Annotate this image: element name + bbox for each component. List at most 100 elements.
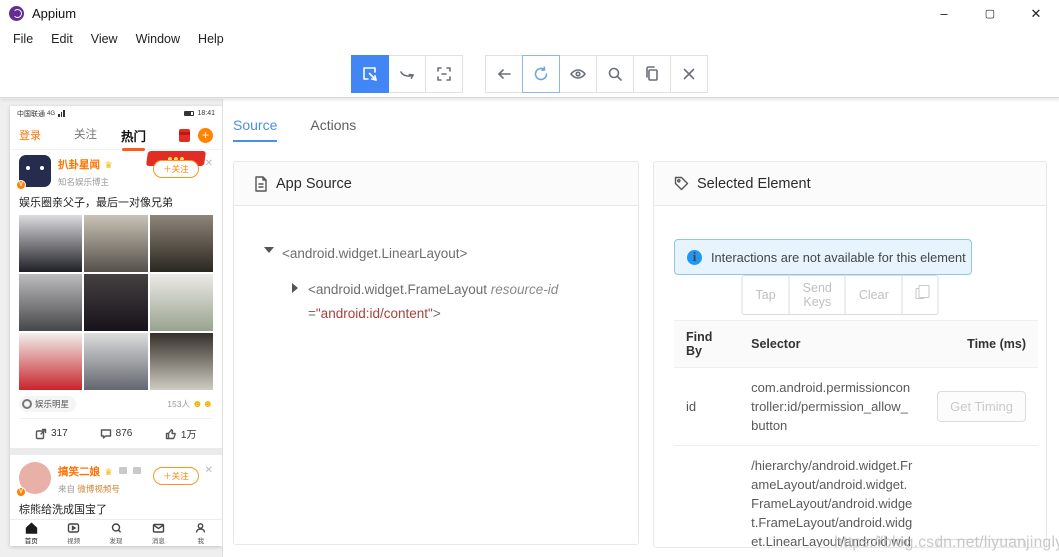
minimize-button[interactable]: –: [921, 0, 967, 27]
select-elements-button[interactable]: [351, 55, 389, 93]
caret-right-icon[interactable]: [290, 278, 308, 326]
photo-thumbnail[interactable]: [19, 333, 82, 390]
back-button[interactable]: [485, 55, 523, 93]
tree-node-framelayout[interactable]: <android.widget.FrameLayout resource-id=…: [290, 278, 638, 326]
crown-icon: ♛: [104, 467, 112, 477]
dismiss-post-icon[interactable]: ✕: [205, 465, 213, 495]
caret-down-icon[interactable]: [264, 242, 282, 266]
comment-button[interactable]: 876: [84, 419, 149, 448]
maximize-button[interactable]: ▢: [967, 0, 1013, 27]
battery-icon: [184, 111, 194, 116]
tap-by-coordinates-button[interactable]: [425, 55, 463, 93]
selected-element-title: Selected Element: [697, 176, 811, 192]
menu-help[interactable]: Help: [189, 30, 233, 48]
tabbar-messages[interactable]: 消息: [137, 520, 179, 546]
find-by-table: Find By Selector Time (ms) id com.androi…: [674, 320, 1038, 548]
tab-follow[interactable]: 关注: [74, 126, 97, 145]
avatar[interactable]: V: [19, 155, 51, 187]
photo-thumbnail[interactable]: [84, 215, 147, 272]
tree-node-linearlayout[interactable]: <android.widget.LinearLayout>: [264, 242, 638, 266]
post-source-channel[interactable]: 微博视频号: [77, 484, 120, 494]
photo-thumbnail[interactable]: [84, 274, 147, 331]
member-icon: [133, 467, 141, 474]
column-selector: Selector: [739, 321, 925, 368]
photo-thumbnail[interactable]: [19, 274, 82, 331]
verified-badge: V: [16, 487, 26, 497]
topic-label: 娱乐明星: [35, 398, 69, 410]
menu-edit[interactable]: Edit: [42, 30, 82, 48]
post-username[interactable]: 搞笑二娘: [58, 466, 100, 478]
info-icon: i: [687, 250, 702, 265]
tabbar-home[interactable]: 首页: [10, 520, 52, 546]
copy-attributes-button[interactable]: [902, 275, 939, 315]
appium-inspector-window: Appium – ▢ ✕ File Edit View Window Help: [0, 0, 1059, 557]
tabbar-profile[interactable]: 我: [180, 520, 222, 546]
photo-thumbnail[interactable]: [84, 333, 147, 390]
menu-file[interactable]: File: [4, 30, 42, 48]
topic-people-count: 153人: [167, 398, 190, 410]
photo-thumbnail[interactable]: [150, 333, 213, 390]
photo-thumbnail[interactable]: [150, 274, 213, 331]
search-elements-button[interactable]: [596, 55, 634, 93]
alert-text: Interactions are not available for this …: [711, 250, 966, 265]
csdn-watermark: https://blog.csdn.net/liyuanjinglyj: [834, 534, 1059, 552]
get-timing-button[interactable]: Get Timing: [937, 391, 1026, 422]
tap-button[interactable]: Tap: [742, 275, 790, 315]
post-username[interactable]: 扒卦星闻: [58, 159, 100, 171]
appium-logo-icon: [9, 6, 24, 21]
feed-divider: [10, 448, 222, 455]
post-action-bar: 317 876 1万: [19, 418, 213, 448]
close-button[interactable]: ✕: [1013, 0, 1059, 27]
level-icon: [119, 467, 127, 474]
attribute-name: resource-id: [491, 282, 559, 297]
tabbar-video[interactable]: 视频: [52, 520, 94, 546]
select-cursor-icon: [361, 65, 379, 83]
laugh-emoji-icon: ☻☻: [192, 399, 213, 410]
tabbar-discover[interactable]: 发现: [95, 520, 137, 546]
tab-actions[interactable]: Actions: [310, 117, 356, 142]
app-source-panel: App Source <android.widget.LinearLayout>…: [233, 161, 639, 545]
follow-button[interactable]: ＋关注: [153, 467, 199, 485]
back-arrow-icon: [495, 65, 513, 83]
clear-button[interactable]: Clear: [845, 275, 903, 315]
post-text: 娱乐圈亲父子，最后一对像兄弟: [19, 194, 213, 210]
phone-tab-bar: 首页 视频 发现 消息 我: [10, 519, 222, 546]
post-text: 棕熊给洗成国宝了: [19, 501, 213, 517]
copy-source-button[interactable]: [633, 55, 671, 93]
quit-session-button[interactable]: [670, 55, 708, 93]
refresh-button[interactable]: [522, 55, 560, 93]
swipe-by-coordinates-button[interactable]: [388, 55, 426, 93]
menu-window[interactable]: Window: [127, 30, 189, 48]
copy-icon: [916, 288, 925, 299]
photo-thumbnail[interactable]: [150, 215, 213, 272]
login-link[interactable]: 登录: [19, 127, 41, 143]
tab-hot[interactable]: 热门: [121, 126, 146, 145]
compose-plus-button[interactable]: +: [198, 128, 213, 143]
like-button[interactable]: 1万: [148, 419, 213, 448]
follow-button[interactable]: ＋关注: [153, 160, 199, 178]
device-screenshot[interactable]: 中国联通 4G 18:41 登录 关注 热门 +: [10, 106, 222, 546]
dismiss-post-icon[interactable]: ✕: [205, 158, 213, 188]
photo-thumbnail[interactable]: [19, 215, 82, 272]
copy-icon: [643, 65, 661, 83]
swipe-icon: [398, 65, 416, 83]
status-time: 18:41: [197, 110, 215, 117]
comment-icon: [100, 428, 112, 440]
search-icon: [606, 65, 624, 83]
phone-top-nav: 登录 关注 热门 +: [10, 121, 222, 150]
home-icon: [25, 522, 38, 534]
red-packet-icon[interactable]: [179, 129, 190, 142]
element-action-buttons: Tap Send Keys Clear: [742, 275, 939, 315]
share-icon: [35, 428, 47, 440]
tab-source[interactable]: Source: [233, 117, 277, 142]
topic-chip[interactable]: 娱乐明星: [19, 396, 76, 412]
highlight-elements-button[interactable]: [559, 55, 597, 93]
verified-badge: V: [16, 180, 26, 190]
video-icon: [67, 522, 80, 534]
menu-view[interactable]: View: [82, 30, 127, 48]
thumbs-up-icon: [165, 428, 177, 440]
avatar[interactable]: V: [19, 462, 51, 494]
send-keys-button[interactable]: Send Keys: [789, 275, 846, 315]
share-button[interactable]: 317: [19, 419, 84, 448]
app-source-header: App Source: [234, 162, 638, 206]
